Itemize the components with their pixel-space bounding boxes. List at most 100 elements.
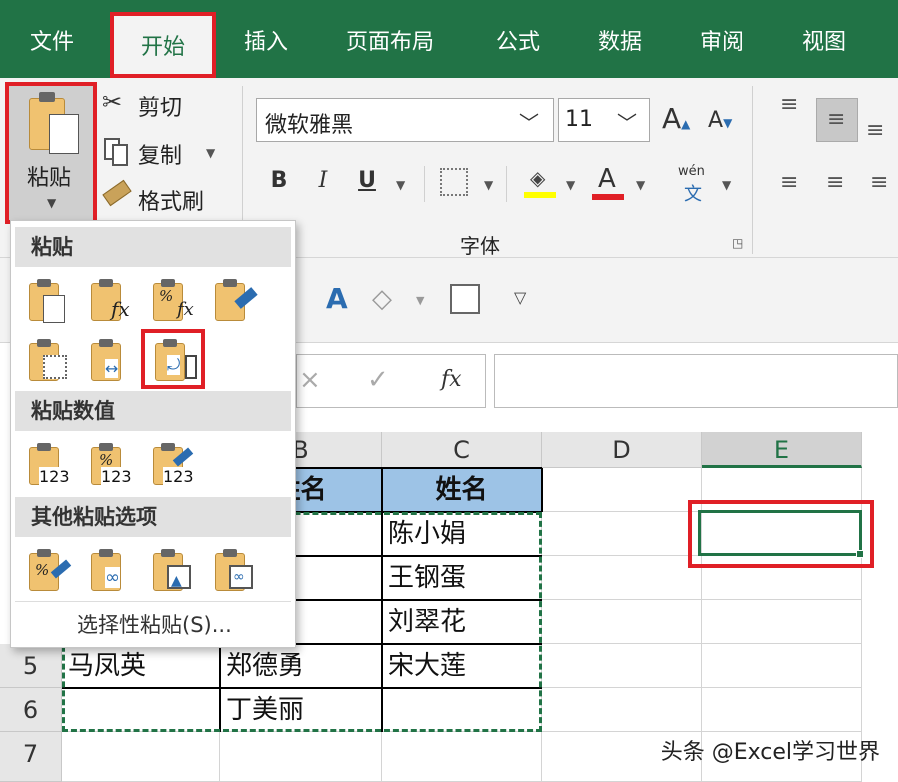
align-bottom-icon[interactable]: ≡ [866,118,884,143]
tab-view[interactable]: 视图 [786,18,862,68]
row-header-7[interactable]: 7 [0,732,62,782]
cell-d3[interactable] [542,556,702,600]
ribbon-tab-bar: 文件 开始 插入 页面布局 公式 数据 审阅 视图 [0,0,898,78]
align-top-icon[interactable]: ≡ [780,94,798,116]
font-size-value: 11 [565,107,593,132]
cell-d2[interactable] [542,512,702,556]
cell-d1[interactable] [542,468,702,512]
group-separator [424,166,425,202]
paste-option-link-icon[interactable]: ∞ [83,543,139,599]
tab-file[interactable]: 文件 [14,18,90,68]
cell-d4[interactable] [542,600,702,644]
cell-a7[interactable] [62,732,220,782]
paste-options-menu: 粘贴 fx % fx ↔ ⤾ 粘贴数值 123 % 123 123 其他粘贴选项… [10,220,296,648]
format-painter-button[interactable]: 格式刷 [102,179,234,216]
row-header-5[interactable]: 5 [0,644,62,688]
active-cell-e2[interactable] [698,510,862,556]
font-color-dropdown-arrow[interactable]: ▼ [636,178,645,192]
font-name-combo[interactable]: 微软雅黑 ﹀ [256,98,554,142]
paste-option-values-number-format-icon[interactable]: % 123 [83,437,139,493]
other-paste-options-section-header: 其他粘贴选项 [15,497,291,537]
fill-color-button[interactable]: ◈ [524,164,558,198]
paste-option-keep-source-format-icon[interactable] [207,273,263,329]
link-icon: ∞ [233,569,245,585]
paste-option-no-borders-icon[interactable] [21,333,77,389]
paste-dropdown-arrow[interactable]: ▼ [47,196,56,210]
tab-page-layout[interactable]: 页面布局 [330,18,450,68]
tab-review[interactable]: 审阅 [684,18,760,68]
cancel-icon[interactable]: × [299,365,321,395]
font-dialog-launcher-icon[interactable]: ◳ [732,236,743,250]
row-header-6[interactable]: 6 [0,688,62,732]
tab-home[interactable]: 开始 [110,12,216,78]
tab-insert[interactable]: 插入 [228,18,304,68]
fx-icon[interactable]: fx [441,367,462,392]
tab-data[interactable]: 数据 [582,18,658,68]
paste-option-formatting-icon[interactable]: % [21,543,77,599]
paste-option-paste-icon[interactable] [21,273,77,329]
excel-window: 文件 开始 插入 页面布局 公式 数据 审阅 视图 粘贴 ▼ ✂ 剪切 复制 ▼… [0,0,898,782]
copy-dropdown-arrow[interactable]: ▼ [206,146,215,160]
cell-b7[interactable] [220,732,382,782]
font-color-swatch [592,194,624,200]
font-size-combo[interactable]: 11 ﹀ [558,98,650,142]
align-right-icon[interactable]: ≡ [870,170,888,195]
align-middle-button[interactable]: ≡ [816,98,858,142]
formula-input[interactable] [494,354,898,408]
font-color-button[interactable]: A [592,164,626,200]
column-header-e[interactable]: E [702,432,862,468]
confirm-icon[interactable]: ✓ [367,365,389,395]
chevron-down-icon[interactable]: ﹀ [519,107,539,136]
chevron-down-icon[interactable]: ﹀ [617,107,637,136]
shrink-font-button[interactable]: A▼ [708,108,732,133]
italic-button[interactable]: I [308,168,338,193]
customize-toolbar-icon[interactable]: ▽ [514,288,526,307]
cell-e5[interactable] [702,644,862,688]
cell-c7[interactable] [382,732,542,782]
align-middle-icon: ≡ [827,107,846,132]
text-style-icon[interactable]: A [326,282,348,315]
paste-option-picture-icon[interactable]: ▲ [145,543,201,599]
cell-d5[interactable] [542,644,702,688]
copy-button[interactable]: 复制 ▼ [102,134,234,170]
formula-buttons: × ✓ fx [296,354,486,408]
paste-option-linked-picture-icon[interactable]: ∞ [207,543,263,599]
paste-option-transpose-icon[interactable]: ⤾ [141,329,205,389]
arrow-up-icon: ▲ [681,117,691,131]
underline-button[interactable]: U [352,168,382,193]
chart-icon[interactable] [450,284,480,314]
group-separator [752,86,753,254]
column-header-d[interactable]: D [542,432,702,468]
fill-handle[interactable] [856,550,864,558]
border-icon[interactable] [440,168,468,196]
fill-color-dropdown-arrow[interactable]: ▼ [566,178,575,192]
cell-d6[interactable] [542,688,702,732]
grow-font-button[interactable]: A▲ [662,102,690,135]
phonetic-dropdown-arrow[interactable]: ▼ [722,178,731,192]
paste-option-formulas-number-format-icon[interactable]: % fx [145,273,201,329]
bold-button[interactable]: B [264,168,294,193]
align-center-icon[interactable]: ≡ [826,170,844,195]
paste-section-header: 粘贴 [15,227,291,267]
tab-formulas[interactable]: 公式 [480,18,556,68]
paste-option-values-source-format-icon[interactable]: 123 [145,437,201,493]
no-borders-glyph-icon [43,355,67,379]
paste-option-formulas-icon[interactable]: fx [83,273,139,329]
border-dropdown-arrow[interactable]: ▼ [484,178,493,192]
column-header-c[interactable]: C [382,432,542,468]
phonetic-button[interactable]: wén 文 [676,164,716,205]
paste-button[interactable]: 粘贴 ▼ [5,82,97,224]
shapes-dropdown-arrow[interactable]: ▼ [416,294,424,307]
paste-option-keep-column-widths-icon[interactable]: ↔ [83,333,139,389]
values-123-label: 123 [163,467,194,486]
shapes-icon[interactable]: ◇ [372,284,392,314]
align-left-icon[interactable]: ≡ [780,170,798,195]
paste-special-menu-item[interactable]: 选择性粘贴(S)... [77,609,232,639]
cell-e6[interactable] [702,688,862,732]
underline-dropdown-arrow[interactable]: ▼ [396,178,405,192]
cell-c1[interactable]: 姓名 [382,468,542,512]
cut-button[interactable]: ✂ 剪切 [102,88,234,124]
cell-e4[interactable] [702,600,862,644]
table-border [541,468,543,512]
paste-option-values-icon[interactable]: 123 [21,437,77,493]
